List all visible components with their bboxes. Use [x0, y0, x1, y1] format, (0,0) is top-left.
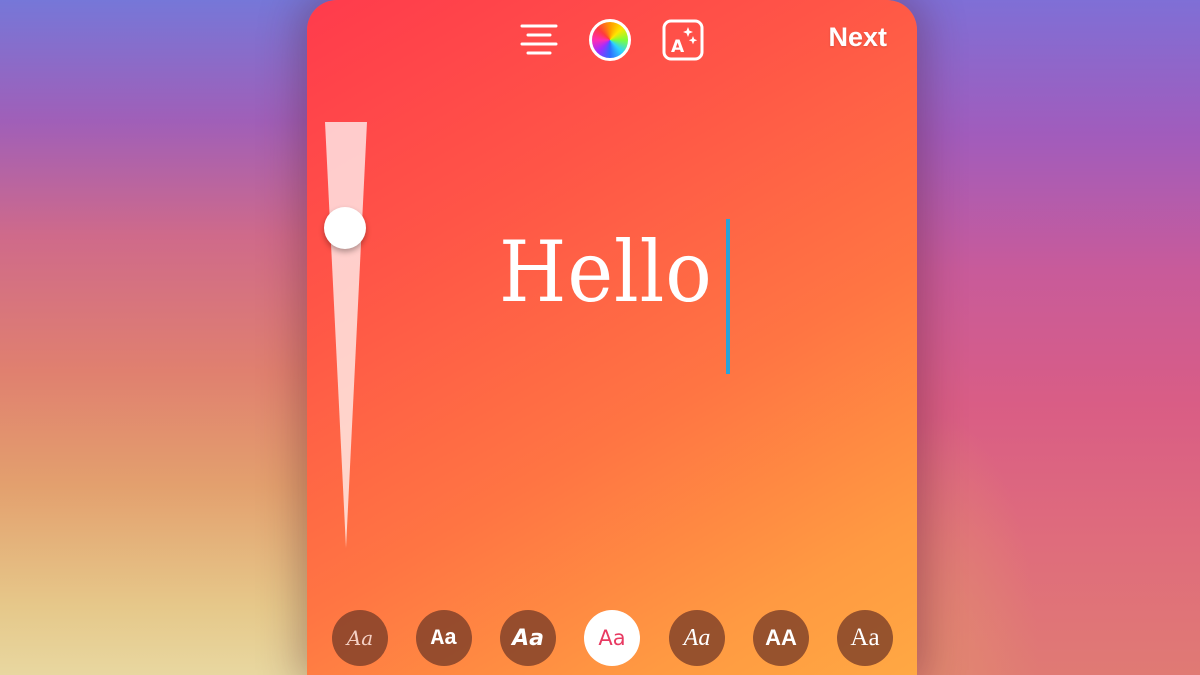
color-wheel-icon — [589, 19, 631, 61]
font-label: Aa — [683, 624, 711, 651]
top-toolbar: A Next — [307, 0, 917, 80]
font-label: Aa — [430, 625, 458, 651]
text-color-button[interactable] — [588, 18, 632, 62]
font-option-typewriter[interactable]: Aa — [416, 610, 472, 666]
font-option-bold-italic[interactable]: Aa — [500, 610, 556, 666]
text-input-area[interactable]: Hello — [307, 200, 917, 400]
font-label: Aa — [346, 626, 374, 650]
font-label: AA — [765, 625, 797, 650]
font-label: Aa — [512, 625, 544, 651]
font-option-classic-serif[interactable]: Aa — [837, 610, 893, 666]
next-button[interactable]: Next — [828, 22, 887, 53]
story-text-editor: A Next Hello Aa Aa Aa Aa Aa AA Aa — [307, 0, 917, 675]
text-effects-button[interactable]: A — [661, 18, 705, 62]
background-right — [900, 0, 1200, 675]
font-picker: Aa Aa Aa Aa Aa AA Aa — [307, 610, 917, 666]
font-option-bold-caps[interactable]: AA — [753, 610, 809, 666]
svg-text:A: A — [671, 37, 685, 57]
font-option-handwritten-selected[interactable]: Aa — [584, 610, 640, 666]
font-label: Aa — [850, 624, 880, 651]
font-label: Aa — [598, 626, 626, 650]
text-caret — [726, 219, 730, 374]
typed-text[interactable]: Hello — [499, 230, 713, 314]
text-effects-sparkle-icon: A — [662, 19, 704, 61]
text-align-button[interactable] — [519, 20, 559, 60]
font-option-script[interactable]: Aa — [332, 610, 388, 666]
font-option-serif-italic[interactable]: Aa — [669, 610, 725, 666]
align-center-icon — [520, 24, 558, 55]
